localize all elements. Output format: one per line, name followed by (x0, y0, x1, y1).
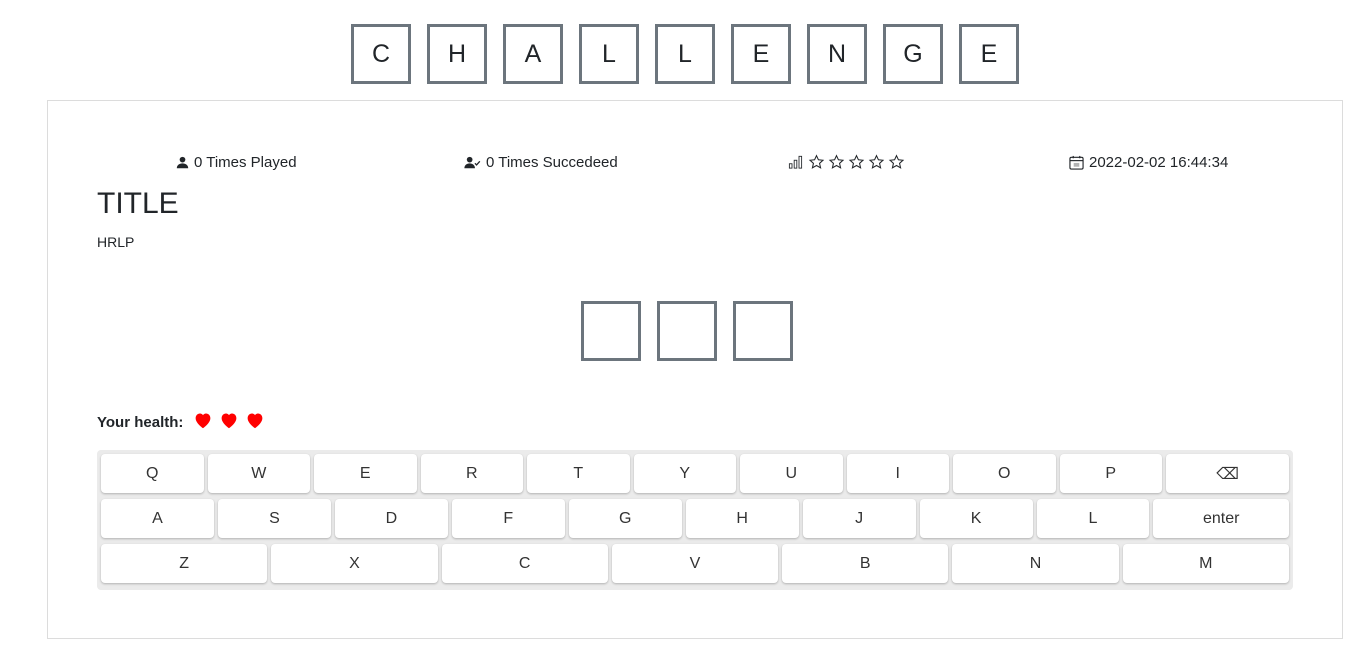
times-played-label: 0 Times Played (194, 154, 297, 171)
key-t[interactable]: T (527, 454, 630, 493)
backspace-key[interactable]: ⌫ (1166, 454, 1289, 493)
difficulty-stars (808, 154, 905, 170)
title-tile: E (959, 24, 1019, 84)
health-hearts (193, 411, 265, 433)
health-label: Your health: (97, 413, 184, 431)
key-x[interactable]: X (271, 544, 438, 583)
key-q[interactable]: Q (101, 454, 204, 493)
star-icon (828, 154, 845, 170)
challenge-title: TITLE (97, 187, 179, 220)
user-check-icon (464, 156, 481, 169)
enter-key[interactable]: enter (1153, 499, 1289, 538)
key-y[interactable]: Y (633, 454, 736, 493)
star-icon (808, 154, 825, 170)
key-i[interactable]: I (846, 454, 949, 493)
title-tiles: C H A L L E N G E (0, 24, 1370, 84)
title-tile: L (655, 24, 715, 84)
on-screen-keyboard: Q W E R T Y U I O P ⌫ A S D F G H J K L … (97, 450, 1293, 590)
heart-icon (219, 411, 239, 433)
times-succeeded-stat: 0 Times Succedeed (464, 154, 618, 171)
key-d[interactable]: D (334, 499, 448, 538)
key-c[interactable]: C (441, 544, 608, 583)
title-tile: G (883, 24, 943, 84)
keyboard-row-1: Q W E R T Y U I O P ⌫ (101, 454, 1289, 493)
date-stat: 2022-02-02 16:44:34 (1069, 154, 1228, 171)
key-b[interactable]: B (782, 544, 949, 583)
bar-chart-icon (788, 155, 803, 169)
key-g[interactable]: G (568, 499, 682, 538)
heart-icon (245, 411, 265, 433)
challenge-subtitle: HRLP (97, 234, 135, 250)
answer-tile (657, 301, 717, 361)
times-succeeded-label: 0 Times Succedeed (486, 154, 618, 171)
key-v[interactable]: V (611, 544, 779, 583)
title-tile: H (427, 24, 487, 84)
calendar-icon (1069, 155, 1084, 170)
title-tile: N (807, 24, 867, 84)
key-l[interactable]: L (1036, 499, 1150, 538)
date-label: 2022-02-02 16:44:34 (1089, 154, 1229, 171)
heart-icon (193, 411, 213, 433)
answer-tile (733, 301, 793, 361)
key-u[interactable]: U (740, 454, 843, 493)
title-tile: A (503, 24, 563, 84)
difficulty-stat (788, 154, 905, 170)
key-r[interactable]: R (420, 454, 523, 493)
title-tile: E (731, 24, 791, 84)
key-w[interactable]: W (207, 454, 310, 493)
key-j[interactable]: J (802, 499, 916, 538)
keyboard-row-3: Z X C V B N M (101, 544, 1289, 583)
key-h[interactable]: H (685, 499, 799, 538)
keyboard-row-2: A S D F G H J K L enter (101, 499, 1289, 538)
key-m[interactable]: M (1122, 544, 1289, 583)
key-n[interactable]: N (952, 544, 1119, 583)
title-tile: L (579, 24, 639, 84)
star-icon (848, 154, 865, 170)
key-s[interactable]: S (217, 499, 331, 538)
star-icon (868, 154, 885, 170)
title-tile: C (351, 24, 411, 84)
answer-tile (581, 301, 641, 361)
key-k[interactable]: K (919, 499, 1033, 538)
user-icon (176, 156, 189, 169)
key-e[interactable]: E (314, 454, 417, 493)
key-z[interactable]: Z (101, 544, 268, 583)
key-a[interactable]: A (101, 499, 214, 538)
key-p[interactable]: P (1059, 454, 1162, 493)
challenge-card: 0 Times Played 0 Times Succedeed 2022-02… (47, 100, 1343, 639)
times-played-stat: 0 Times Played (176, 154, 297, 171)
key-f[interactable]: F (451, 499, 565, 538)
star-icon (888, 154, 905, 170)
answer-tiles (581, 301, 793, 361)
health-display: Your health: (97, 411, 265, 433)
key-o[interactable]: O (953, 454, 1056, 493)
